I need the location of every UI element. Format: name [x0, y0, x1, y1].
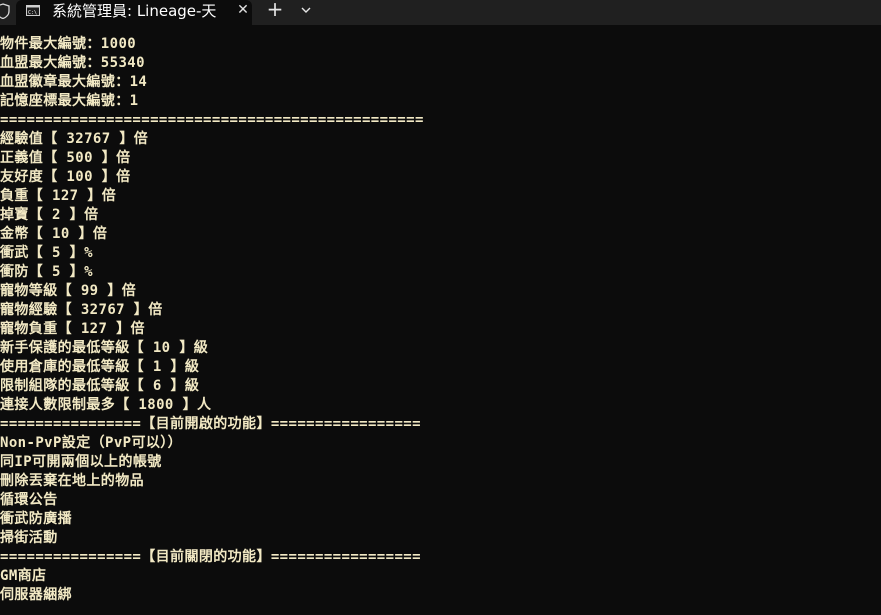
scrollbar[interactable]: [873, 25, 881, 615]
tab-title: 系統管理員: Lineage-天: [52, 2, 217, 20]
console-line: 寵物經驗【 32767 】倍: [0, 302, 163, 318]
shield-icon: [0, 3, 10, 19]
console-line: 掉寶【 2 】倍: [0, 207, 99, 223]
console-line: ================【目前開啟的功能】===============…: [0, 416, 421, 432]
close-icon[interactable]: ✕: [235, 0, 251, 22]
svg-text:C:\: C:\: [28, 10, 37, 16]
console-line: 連接人數限制最多【 1800 】人: [0, 397, 212, 413]
plus-icon[interactable]: +: [262, 0, 288, 20]
console-line: 寵物等級【 99 】倍: [0, 283, 137, 299]
console-line: 使用倉庫的最低等級【 1 】級: [0, 359, 200, 375]
console-line: 經驗值【 32767 】倍: [0, 131, 149, 147]
console-line: GM商店: [0, 568, 47, 584]
console-line: 正義值【 500 】倍: [0, 150, 131, 166]
console-line: 記憶座標最大編號：1: [0, 93, 139, 109]
console-line: Non-PvP設定（PvP可以））: [0, 435, 183, 451]
console-line: 循環公告: [0, 492, 58, 508]
console-line: 衝武【 5 】%: [0, 245, 93, 261]
console-line: 友好度【 100 】倍: [0, 169, 131, 185]
chevron-down-icon[interactable]: [296, 2, 316, 18]
console-line: 血盟最大編號：55340: [0, 55, 145, 71]
console-line: 伺服器綑綁: [0, 587, 72, 603]
command-prompt-icon: C:\: [26, 5, 40, 16]
console-line: 衝武防廣播: [0, 511, 72, 527]
console-line: 金幣【 10 】倍: [0, 226, 108, 242]
console-lines: 物件最大編號：1000 血盟最大編號：55340 血盟徽章最大編號：14 記憶座標最大…: [0, 35, 424, 605]
console-line: ========================================…: [0, 112, 424, 128]
console-line: 寵物負重【 127 】倍: [0, 321, 145, 337]
console-line: 限制組隊的最低等級【 6 】級: [0, 378, 200, 394]
console-line: 新手保護的最低等級【 10 】級: [0, 340, 209, 356]
console-line: 衝防【 5 】%: [0, 264, 93, 280]
console-line: 血盟徽章最大編號：14: [0, 74, 148, 90]
tab-terminal-active[interactable]: C:\ 系統管理員: Lineage-天 ✕: [16, 0, 252, 25]
console-line: ================【目前關閉的功能】===============…: [0, 549, 421, 565]
console-line: 物件最大編號：1000: [0, 36, 137, 52]
terminal-window: C:\ 系統管理員: Lineage-天 ✕ + 物件最大編號：1000 血盟最大…: [0, 0, 881, 615]
console-line: 同IP可開兩個以上的帳號: [0, 454, 162, 470]
console-output[interactable]: 物件最大編號：1000 血盟最大編號：55340 血盟徽章最大編號：14 記憶座標最大…: [0, 25, 881, 615]
console-line: 刪除丟棄在地上的物品: [0, 473, 144, 489]
console-line: 負重【 127 】倍: [0, 188, 117, 204]
tab-bar: C:\ 系統管理員: Lineage-天 ✕ +: [0, 0, 881, 25]
console-line: 掃街活動: [0, 530, 58, 546]
